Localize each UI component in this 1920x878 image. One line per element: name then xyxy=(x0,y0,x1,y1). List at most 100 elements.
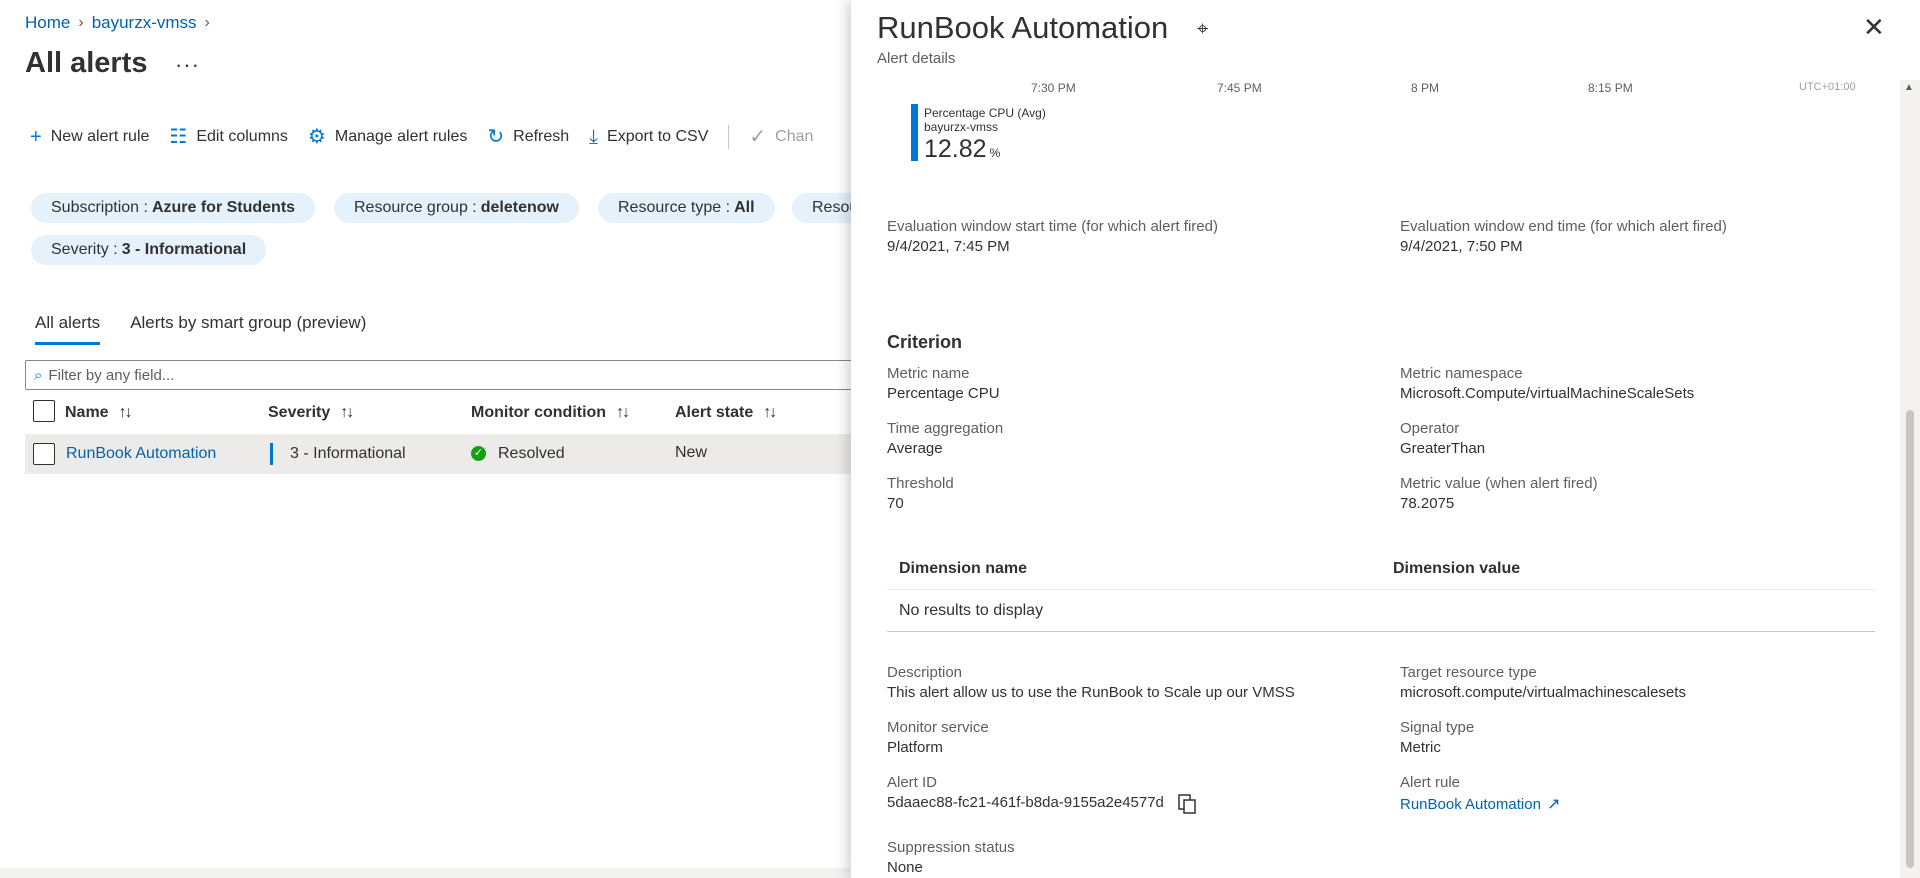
export-csv-button[interactable]: ⤓ Export to CSV xyxy=(589,127,708,147)
metric-value-unit: % xyxy=(989,146,1001,160)
threshold-value: 70 xyxy=(887,495,904,512)
page-title: All alerts xyxy=(25,47,148,79)
metric-value-value: 78.2075 xyxy=(1400,495,1455,512)
dimension-name-header: Dimension name xyxy=(899,560,1028,577)
filter-value: 3 - Informational xyxy=(121,241,247,258)
filter-label: Subscription : xyxy=(51,199,148,216)
filter-input[interactable]: ⌕ Filter by any field... xyxy=(25,360,851,390)
resource-type-filter-pill[interactable]: Resource type : All xyxy=(598,193,775,223)
select-all-checkbox[interactable] xyxy=(33,400,55,422)
columns-icon: ☷ xyxy=(169,126,188,148)
search-icon: ⌕ xyxy=(34,366,43,384)
scrollbar-thumb[interactable] xyxy=(1906,410,1914,868)
refresh-icon: ↻ xyxy=(487,126,505,148)
monitor-condition-cell: ✓ Resolved xyxy=(471,445,565,463)
toolbar-divider xyxy=(728,125,730,149)
sort-icon: ↑↓ xyxy=(340,404,354,421)
severity-indicator xyxy=(270,443,273,465)
breadcrumb: Home › bayurzx-vmss › xyxy=(25,13,210,33)
change-state-label: Chan xyxy=(775,128,814,145)
external-link-icon[interactable]: ↗ xyxy=(1547,796,1560,813)
table-header: Name ↑↓ Severity ↑↓ Monitor condition ↑↓… xyxy=(25,398,851,428)
tab-all-alerts[interactable]: All alerts xyxy=(35,313,101,345)
metric-legend-value: 12.82% xyxy=(924,135,1000,164)
chevron-right-icon: › xyxy=(78,14,84,31)
resource-filter-pill[interactable]: Resou xyxy=(792,193,851,223)
signal-type-value: Metric xyxy=(1400,739,1441,756)
metric-name-label: Metric name xyxy=(887,365,970,382)
table-row[interactable]: RunBook Automation 3 - Informational ✓ Re… xyxy=(25,434,851,474)
subscription-filter-pill[interactable]: Subscription : Azure for Students xyxy=(31,193,316,223)
eval-start-label: Evaluation window start time (for which … xyxy=(887,218,1218,235)
gear-icon: ⚙ xyxy=(307,126,326,148)
suppression-status-label: Suppression status xyxy=(887,839,1015,856)
target-resource-type-value: microsoft.compute/virtualmachinescaleset… xyxy=(1400,684,1686,701)
breadcrumb-resource[interactable]: bayurzx-vmss xyxy=(92,13,197,33)
severity-cell: 3 - Informational xyxy=(290,445,406,462)
dimensions-table-header: Dimension name Dimension value xyxy=(887,550,1875,590)
column-header-alert-state[interactable]: Alert state ↑↓ xyxy=(675,404,777,422)
manage-alert-rules-button[interactable]: ⚙ Manage alert rules xyxy=(308,127,467,147)
criterion-heading: Criterion xyxy=(887,332,963,352)
alert-rule-link-wrap: RunBook Automation ↗ xyxy=(1400,794,1560,814)
edit-columns-button[interactable]: ☷ Edit columns xyxy=(169,127,288,147)
alert-name-link[interactable]: RunBook Automation xyxy=(66,445,216,463)
tab-smart-group[interactable]: Alerts by smart group (preview) xyxy=(130,313,366,345)
alert-state-cell: New xyxy=(675,444,708,461)
more-options-button[interactable]: ··· xyxy=(175,52,200,78)
column-header-severity[interactable]: Severity ↑↓ xyxy=(268,404,354,422)
download-icon: ⤓ xyxy=(589,126,599,148)
alert-rule-label: Alert rule xyxy=(1400,774,1461,791)
copy-icon[interactable] xyxy=(1177,793,1197,815)
filter-label: Resource type : xyxy=(618,199,731,216)
filter-label: Severity : xyxy=(51,241,118,258)
close-icon[interactable]: ✕ xyxy=(1863,14,1885,40)
new-alert-rule-button[interactable]: + New alert rule xyxy=(30,127,149,147)
column-header-name[interactable]: Name ↑↓ xyxy=(65,404,133,422)
checkmark-icon: ✓ xyxy=(749,126,767,148)
time-aggregation-label: Time aggregation xyxy=(887,420,1004,437)
filter-label: Resou xyxy=(812,199,851,216)
time-axis-label: 8 PM xyxy=(1411,81,1440,95)
sort-icon: ↑↓ xyxy=(118,404,133,421)
monitor-service-label: Monitor service xyxy=(887,719,989,736)
operator-label: Operator xyxy=(1400,420,1460,437)
breadcrumb-home[interactable]: Home xyxy=(25,13,70,33)
row-checkbox[interactable] xyxy=(33,443,55,465)
new-alert-rule-label: New alert rule xyxy=(50,128,150,145)
empty-message: No results to display xyxy=(899,602,1044,619)
filter-placeholder: Filter by any field... xyxy=(48,366,175,384)
panel-subtitle: Alert details xyxy=(877,50,956,67)
dimensions-empty-row: No results to display xyxy=(887,590,1875,632)
description-label: Description xyxy=(887,664,963,681)
column-label: Monitor condition xyxy=(471,404,607,421)
chevron-right-icon: › xyxy=(204,14,210,31)
threshold-label: Threshold xyxy=(887,475,954,492)
time-axis-label: 8:15 PM xyxy=(1588,81,1633,95)
refresh-button[interactable]: ↻ Refresh xyxy=(487,127,569,147)
column-header-monitor-condition[interactable]: Monitor condition ↑↓ xyxy=(471,404,630,422)
eval-end-value: 9/4/2021, 7:50 PM xyxy=(1400,238,1523,255)
pin-icon[interactable]: ⌖ xyxy=(1197,18,1208,41)
metric-legend-name: Percentage CPU (Avg) xyxy=(924,106,1046,120)
manage-alert-rules-label: Manage alert rules xyxy=(334,128,468,145)
time-axis-label: 7:30 PM xyxy=(1031,81,1076,95)
severity-filter-pill[interactable]: Severity :3 - Informational xyxy=(31,235,267,265)
metric-value-number: 12.82 xyxy=(924,135,987,163)
change-state-button[interactable]: ✓ Chan xyxy=(749,127,813,147)
vertical-scrollbar[interactable]: ▲ xyxy=(1900,80,1920,878)
metric-namespace-value: Microsoft.Compute/virtualMachineScaleSet… xyxy=(1400,385,1695,402)
scroll-up-icon[interactable]: ▲ xyxy=(1904,82,1914,93)
metric-legend-bar xyxy=(911,104,918,161)
operator-value: GreaterThan xyxy=(1400,440,1486,457)
panel-title: RunBook Automation xyxy=(877,10,1169,45)
filter-label: Resource group : xyxy=(354,199,477,216)
sort-icon: ↑↓ xyxy=(616,404,630,421)
alert-rule-link[interactable]: RunBook Automation xyxy=(1400,796,1541,813)
resource-group-filter-pill[interactable]: Resource group : deletenow xyxy=(334,193,579,223)
alert-id-value: 5daaec88-fc21-461f-b8da-9155a2e4577d xyxy=(887,794,1164,811)
dimension-value-header: Dimension value xyxy=(1393,560,1521,577)
metric-value-label: Metric value (when alert fired) xyxy=(1400,475,1598,492)
command-bar: + New alert rule ☷ Edit columns ⚙ Manage… xyxy=(30,125,833,149)
edit-columns-label: Edit columns xyxy=(196,128,288,145)
